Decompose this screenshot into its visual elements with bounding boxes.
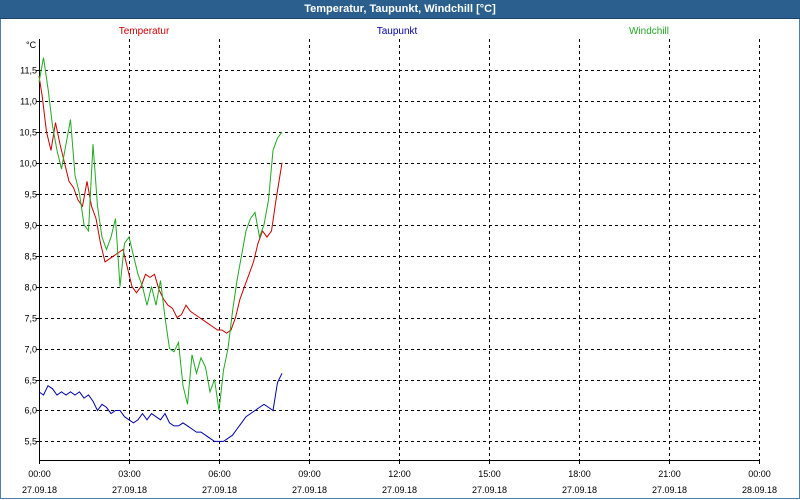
x-tick-time: 09:00 (298, 469, 321, 479)
x-tick-date: 27.09.18 (202, 485, 237, 495)
y-tick-label: 6,0 (24, 406, 37, 416)
series-lines (38, 57, 283, 442)
y-tick-label: 8,5 (24, 252, 37, 262)
legend-label-temperatur: Temperatur (119, 26, 170, 37)
grid-lines (39, 39, 760, 460)
y-tick-label: 11,0 (20, 97, 37, 107)
x-tick-date: 27.09.18 (562, 485, 597, 495)
x-tick-time: 06:00 (208, 469, 231, 479)
x-tick-date: 27.09.18 (382, 485, 417, 495)
x-tick-date: 27.09.18 (22, 485, 57, 495)
legend: Temperatur Taupunkt Windchill (119, 26, 669, 37)
y-tick-label: 8,0 (24, 283, 37, 293)
x-tick-date: 27.09.18 (652, 485, 687, 495)
x-tick-date: 27.09.18 (112, 485, 147, 495)
y-tick-label: 9,0 (24, 221, 37, 231)
tick-labels: 5,5 6,0 6,5 7,0 7,5 8,0 8,5 9,0 9,5 10,0 10,5 11,0 1… (19, 40, 777, 495)
axes (36, 39, 760, 464)
series-line-windchill (38, 57, 283, 411)
legend-label-windchill: Windchill (629, 26, 669, 37)
y-tick-label: 7,0 (24, 345, 37, 355)
y-tick-label: 11,5 (20, 66, 37, 76)
series-line-temperatur (38, 76, 283, 334)
x-tick-time: 03:00 (118, 469, 141, 479)
y-tick-label: 7,5 (24, 314, 37, 324)
x-tick-time: 00:00 (748, 469, 771, 479)
y-tick-label: 10,5 (19, 128, 37, 138)
y-axis-unit: °C (26, 40, 37, 50)
x-tick-date: 27.09.18 (472, 485, 507, 495)
x-tick-time: 12:00 (388, 469, 411, 479)
series-line-taupunkt (38, 373, 283, 442)
x-tick-time: 21:00 (658, 469, 681, 479)
legend-label-taupunkt: Taupunkt (377, 26, 418, 37)
x-tick-time: 18:00 (568, 469, 591, 479)
y-tick-label: 6,5 (24, 376, 37, 386)
x-tick-date: 28.09.18 (742, 485, 777, 495)
chart: 5,5 6,0 6,5 7,0 7,5 8,0 8,5 9,0 9,5 10,0 10,5 11,0 1… (19, 26, 777, 495)
y-tick-label: 5,5 (24, 437, 37, 447)
x-tick-time: 00:00 (28, 469, 51, 479)
y-tick-label: 10,0 (19, 159, 37, 169)
x-tick-date: 27.09.18 (292, 485, 327, 495)
y-tick-label: 9,5 (24, 190, 37, 200)
x-tick-time: 15:00 (478, 469, 501, 479)
